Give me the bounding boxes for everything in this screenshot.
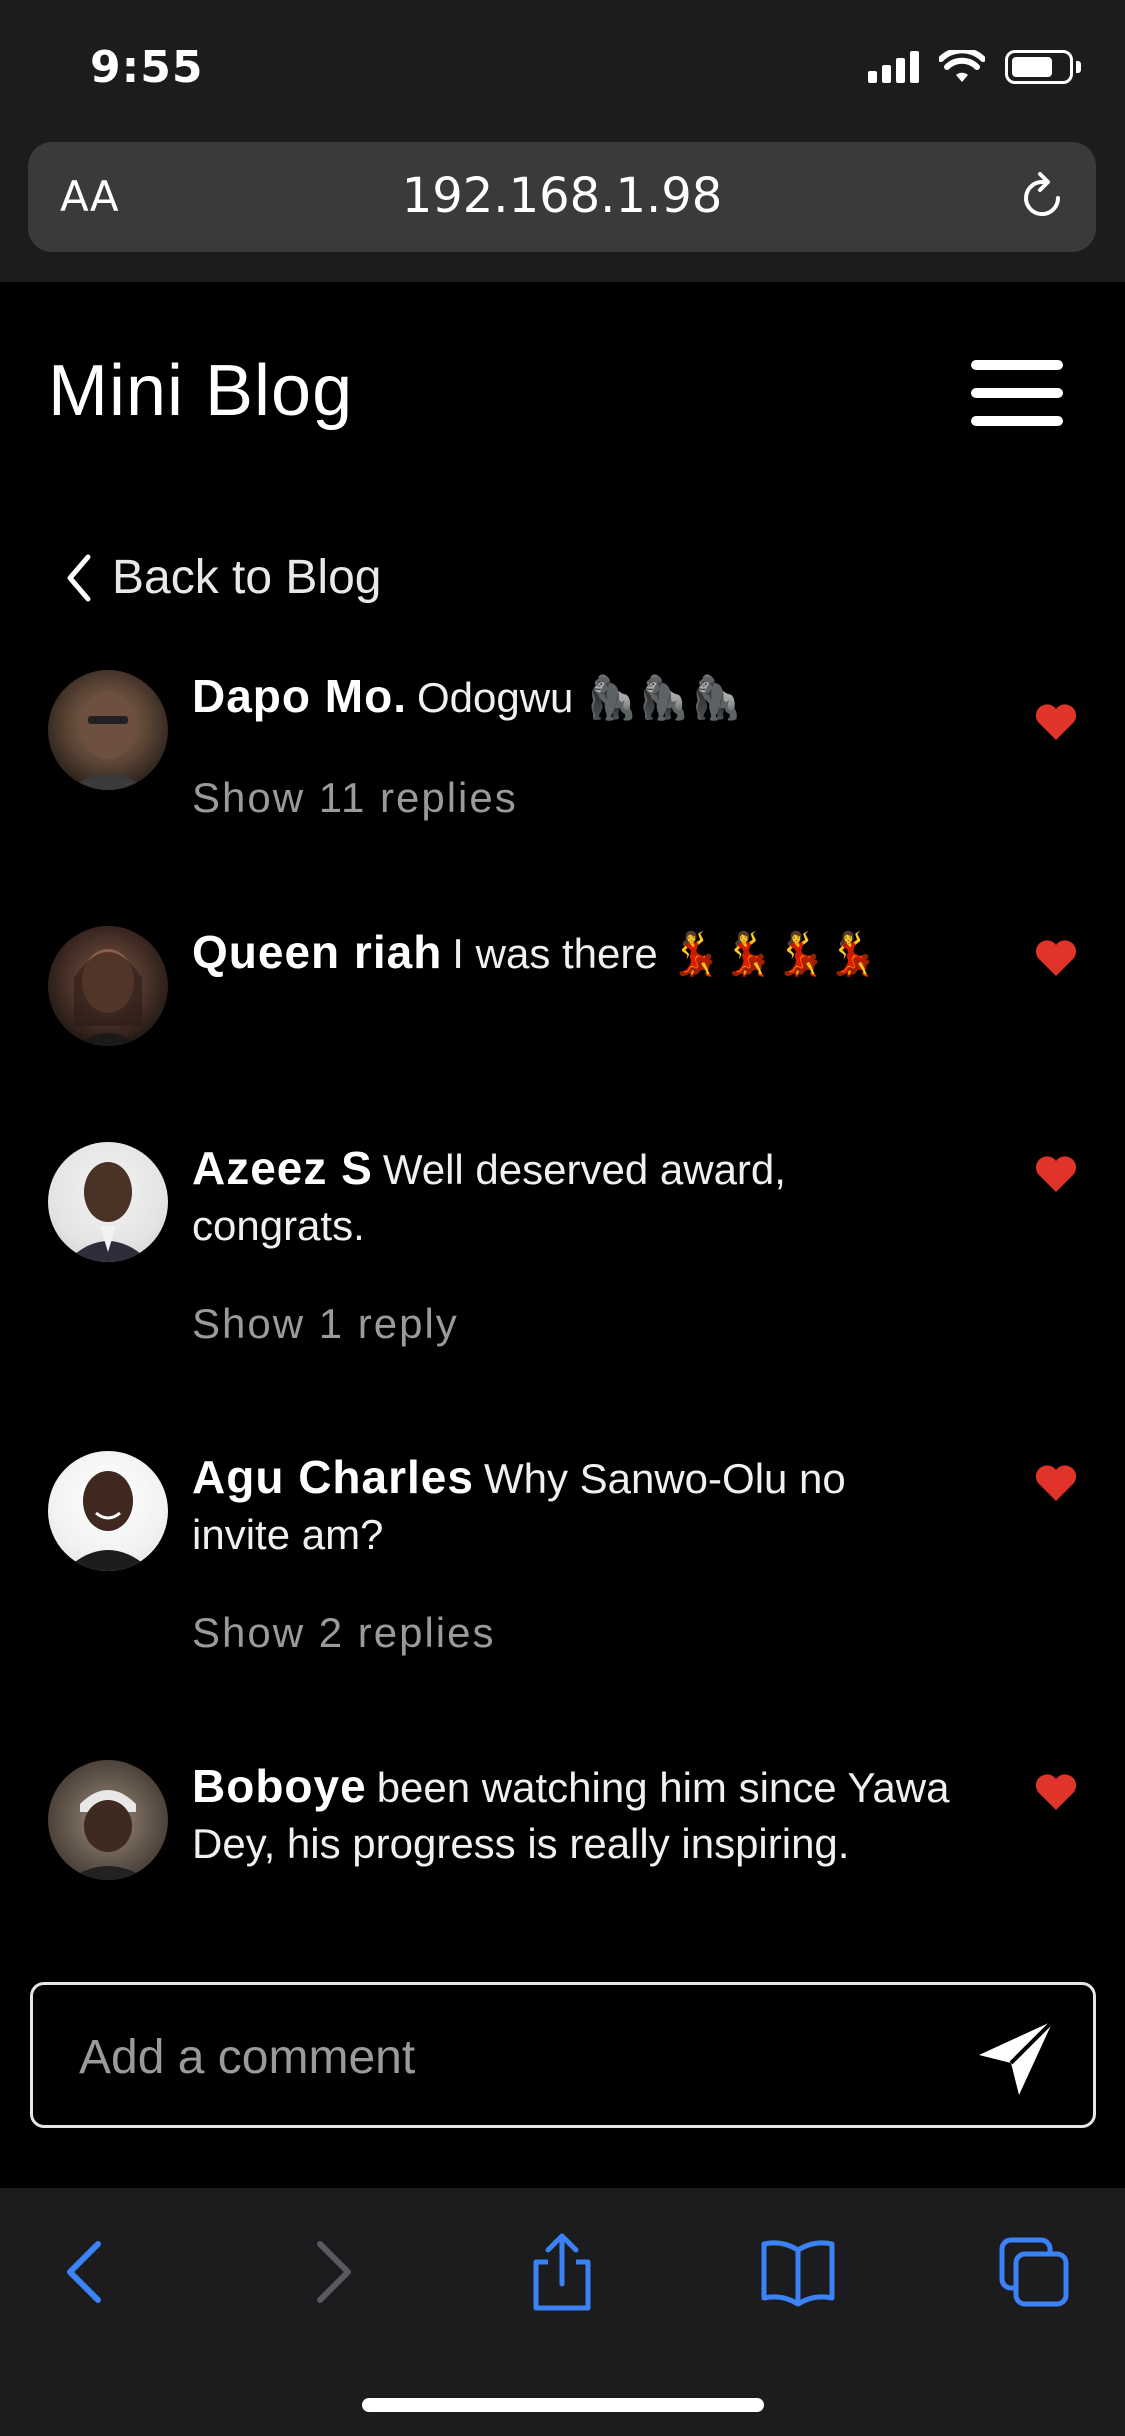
avatar[interactable] — [48, 926, 168, 1046]
comment-body: Agu Charles Why Sanwo-Olu no invite am? — [192, 1449, 952, 1563]
comment-body: Azeez S Well deserved award, congrats. — [192, 1140, 952, 1254]
wifi-icon — [939, 50, 985, 82]
chevron-left-icon — [67, 554, 91, 601]
comment-body: Queen riah I was there 💃💃💃💃 — [192, 924, 952, 982]
comment-body: Boboye been watching him since Yawa Dey, … — [192, 1758, 952, 1872]
bookmarks-icon[interactable] — [758, 2232, 838, 2312]
reload-icon[interactable] — [1014, 170, 1070, 226]
cellular-signal-icon — [868, 51, 919, 83]
back-to-blog-label: Back to Blog — [112, 551, 382, 604]
comment-emoji: 🦍🦍🦍 — [585, 674, 742, 721]
status-icons — [868, 50, 1081, 84]
avatar[interactable] — [48, 1142, 168, 1262]
share-icon[interactable] — [522, 2232, 602, 2312]
show-replies-link[interactable]: Show 11 replies — [192, 774, 518, 822]
url-text[interactable]: 192.168.1.98 — [28, 168, 1096, 224]
comment-text: Odogwu — [416, 674, 574, 721]
address-bar[interactable]: AA 192.168.1.98 — [28, 142, 1096, 252]
heart-icon[interactable] — [1034, 702, 1078, 742]
comment-author[interactable]: Queen riah — [192, 926, 442, 978]
blog-header: Mini Blog — [0, 282, 1125, 522]
battery-icon — [1005, 50, 1081, 84]
comment-author[interactable]: Boboye — [192, 1760, 367, 1812]
comment-author[interactable]: Agu Charles — [192, 1451, 474, 1503]
back-to-blog-link[interactable]: Back to Blog — [64, 550, 381, 605]
comment-author[interactable]: Dapo Mo. — [192, 670, 407, 722]
comment-body: Dapo Mo. Odogwu 🦍🦍🦍 — [192, 668, 952, 726]
heart-icon[interactable] — [1034, 938, 1078, 978]
comment-form — [30, 1982, 1096, 2128]
browser-top-chrome: 9:55 AA 192.168.1.98 — [0, 0, 1125, 282]
avatar[interactable] — [48, 670, 168, 790]
home-indicator — [362, 2398, 764, 2412]
avatar[interactable] — [48, 1451, 168, 1571]
show-replies-link[interactable]: Show 2 replies — [192, 1609, 495, 1657]
comment-input[interactable] — [79, 2019, 959, 2095]
heart-icon[interactable] — [1034, 1463, 1078, 1503]
back-arrow-icon[interactable] — [48, 2232, 128, 2312]
show-replies-link[interactable]: Show 1 reply — [192, 1300, 459, 1348]
comment-text: I was there — [452, 930, 658, 977]
forward-arrow-icon[interactable] — [290, 2232, 370, 2312]
status-time: 9:55 — [90, 42, 204, 93]
tabs-icon[interactable] — [994, 2232, 1074, 2312]
comment-emoji: 💃💃💃💃 — [669, 930, 879, 977]
blog-title[interactable]: Mini Blog — [48, 350, 353, 432]
avatar[interactable] — [48, 1760, 168, 1880]
hamburger-menu-icon[interactable] — [971, 360, 1063, 426]
heart-icon[interactable] — [1034, 1154, 1078, 1194]
heart-icon[interactable] — [1034, 1772, 1078, 1812]
comment-author[interactable]: Azeez S — [192, 1142, 373, 1194]
send-icon[interactable] — [973, 2015, 1059, 2101]
